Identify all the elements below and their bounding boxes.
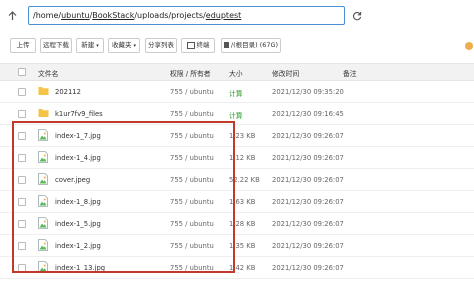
table-row[interactable]: 202112 755 / ubuntu 计算 2021/12/30 09:35:20 [0, 81, 474, 103]
file-mtime: 2021/12/30 09:26:07 [272, 264, 344, 272]
share-list-label: 分享列表 [148, 41, 174, 49]
header-note: 备注 [343, 70, 357, 78]
file-mtime: 2021/12/30 09:26:07 [272, 154, 344, 162]
highlight-frame [12, 121, 235, 273]
select-all-checkbox[interactable] [18, 68, 26, 76]
compute-size-link[interactable]: 计算 [229, 88, 243, 98]
file-name[interactable]: 202112 [55, 88, 81, 96]
file-mtime: 2021/12/30 09:26:07 [272, 198, 344, 206]
path-segment-link[interactable]: BookStack [92, 11, 134, 20]
path-segment: /uploads/projects/ [134, 11, 206, 20]
file-mtime: 2021/12/30 09:35:20 [272, 88, 344, 96]
file-mtime: 2021/12/30 09:16:45 [272, 110, 344, 118]
file-mtime: 2021/12/30 09:26:07 [272, 176, 344, 184]
favorites-label: 收藏夹 [111, 41, 132, 49]
disk-button[interactable]: /(根目录) (67G) [221, 38, 281, 53]
header-name[interactable]: 文件名 [38, 68, 58, 78]
remote-download-button[interactable]: 远程下载 [40, 38, 72, 53]
remote-download-label: 远程下载 [43, 41, 69, 49]
upload-button[interactable]: 上传 [10, 38, 36, 53]
chevron-down-icon: ▾ [133, 43, 137, 49]
file-name[interactable]: k1ur7fv9_files [55, 110, 103, 118]
new-label: 新建 [81, 41, 95, 49]
row-checkbox[interactable] [18, 110, 26, 118]
path-segment-link[interactable]: ubuntu [61, 11, 90, 20]
header-mtime[interactable]: 修改时间 [272, 68, 299, 78]
disk-label: /(根目录) (67G) [230, 41, 279, 49]
folder-icon [38, 107, 49, 120]
chevron-down-icon: ▾ [96, 43, 99, 49]
terminal-label: 终端 [196, 41, 210, 49]
header-size[interactable]: 大小 [229, 68, 243, 78]
folder-icon [38, 85, 49, 98]
notification-dot[interactable] [465, 42, 473, 50]
path-segment-link[interactable]: eduptest [206, 11, 242, 20]
terminal-icon [186, 41, 195, 49]
refresh-button[interactable] [350, 8, 364, 24]
header-perm[interactable]: 权限 / 所有者 [170, 68, 211, 78]
share-list-button[interactable]: 分享列表 [145, 38, 177, 53]
row-checkbox[interactable] [18, 88, 26, 96]
file-permission[interactable]: 755 / ubuntu [170, 110, 214, 118]
file-mtime: 2021/12/30 09:26:07 [272, 132, 344, 140]
path-input[interactable]: /home/ubuntu/BookStack/uploads/projects/… [28, 6, 345, 25]
file-permission[interactable]: 755 / ubuntu [170, 88, 214, 96]
go-up-button[interactable] [3, 8, 21, 24]
favorites-dropdown-button[interactable]: 收藏夹 ▾ [108, 38, 140, 53]
terminal-button[interactable]: 终端 [181, 38, 215, 53]
new-dropdown-button[interactable]: 新建 ▾ [76, 38, 104, 53]
disk-icon [223, 42, 229, 48]
upload-label: 上传 [16, 41, 30, 49]
file-mtime: 2021/12/30 09:26:07 [272, 242, 344, 250]
refresh-icon [352, 12, 362, 21]
compute-size-link[interactable]: 计算 [229, 110, 243, 120]
arrow-up-icon [8, 11, 16, 20]
path-segment: /home/ [33, 11, 62, 20]
file-mtime: 2021/12/30 09:26:07 [272, 220, 344, 228]
